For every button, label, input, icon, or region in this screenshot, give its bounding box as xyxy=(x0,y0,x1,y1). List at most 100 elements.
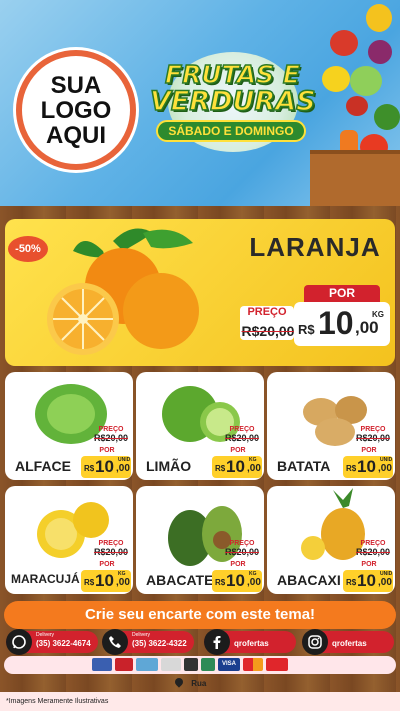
address-text: Rua xyxy=(191,679,207,688)
product-card[interactable]: MARACUJÁ PREÇO R$20,00 POR R$ 10 ,00 KG xyxy=(5,486,133,594)
price-integer: 10 xyxy=(357,457,376,476)
product-name: MARACUJÁ xyxy=(11,572,80,586)
payment-card-icon xyxy=(184,658,198,671)
whatsapp-icon xyxy=(6,629,32,655)
product-name: ABACATE xyxy=(146,572,214,588)
price-integer: 10 xyxy=(318,305,354,341)
payment-card-icon xyxy=(161,658,181,671)
price-currency: R$ xyxy=(215,464,226,473)
tomato-icon xyxy=(346,96,368,116)
price-decimal: ,00 xyxy=(378,577,392,588)
old-price: R$20,00 xyxy=(241,323,295,339)
price-decimal: ,00 xyxy=(378,463,392,474)
location-pin-icon xyxy=(173,676,185,688)
crate-icon xyxy=(310,150,400,206)
old-price-block: PREÇO R$20,00 xyxy=(91,426,131,448)
price-currency: R$ xyxy=(298,322,315,337)
flyer-page: SUA LOGO AQUI FRUTAS E VERDURAS SÁBADO E… xyxy=(0,0,400,711)
price-currency: R$ xyxy=(84,464,95,473)
preco-label: PREÇO xyxy=(247,306,287,318)
visa-icon: VISA xyxy=(218,658,240,671)
price-tag: R$ 10 ,00 KG xyxy=(212,570,262,592)
payment-card-icon xyxy=(201,658,215,671)
product-card[interactable]: ALFACE PREÇO R$20,00 POR R$ 10 ,00 UNID xyxy=(5,372,133,480)
payment-card-icon xyxy=(92,658,112,671)
product-card[interactable]: ABACAXI PREÇO R$20,00 POR R$ 10 ,00 UNID xyxy=(267,486,395,594)
preco-label: PREÇO xyxy=(360,540,386,547)
price-unit: KG xyxy=(372,310,384,319)
subtitle-ribbon: SÁBADO E DOMINGO xyxy=(156,120,306,142)
address: Rua xyxy=(173,676,235,692)
product-name: BATATA xyxy=(277,458,331,474)
payment-card-icon xyxy=(266,658,288,671)
preco-label: PREÇO xyxy=(98,540,124,547)
instagram-icon xyxy=(302,629,328,655)
payment-card-icon xyxy=(115,658,133,671)
price-integer: 10 xyxy=(95,571,114,590)
preco-label: PREÇO xyxy=(360,426,386,433)
old-price-block: PREÇO R$20,00 xyxy=(353,426,393,448)
hero-product-name: LARANJA xyxy=(249,232,381,262)
price-decimal: ,00 xyxy=(116,463,130,474)
product-card[interactable]: BATATA PREÇO R$20,00 POR R$ 10 ,00 UNID xyxy=(267,372,395,480)
contact-instagram[interactable]: qrofertas xyxy=(302,629,394,655)
por-label: POR xyxy=(304,285,380,302)
price-tag: R$ 10 ,00 KG xyxy=(212,456,262,478)
mastercard-icon xyxy=(243,658,263,671)
contact-facebook[interactable]: qrofertas xyxy=(204,629,296,655)
price-currency: R$ xyxy=(346,464,357,473)
price-decimal: ,00 xyxy=(247,577,261,588)
price-unit: KG xyxy=(118,571,126,577)
price-decimal: ,00 xyxy=(355,318,379,337)
old-price: R$20,00 xyxy=(93,433,129,443)
price-tag: R$ 10 ,00 UNID xyxy=(81,456,131,478)
price-decimal: ,00 xyxy=(247,463,261,474)
old-price: R$20,00 xyxy=(224,433,260,443)
phone-icon xyxy=(102,629,128,655)
contact-phone[interactable]: Delivery (35) 3622-4322 xyxy=(102,629,194,655)
cta-button[interactable]: Crie seu encarte com este tema! xyxy=(4,601,396,629)
pepper-icon xyxy=(366,4,392,32)
product-name: ALFACE xyxy=(15,458,71,474)
old-price: R$20,00 xyxy=(355,433,391,443)
logo-placeholder: SUA LOGO AQUI xyxy=(16,50,136,170)
tomato-icon xyxy=(330,30,358,56)
price-unit: KG xyxy=(249,571,257,577)
onion-icon xyxy=(368,40,392,64)
price-currency: R$ xyxy=(346,578,357,587)
preco-label: PREÇO xyxy=(229,426,255,433)
preco-label: PREÇO xyxy=(229,540,255,547)
title-line-2: VERDURAS xyxy=(149,85,316,118)
contact-text: (35) 3622-4674 xyxy=(36,639,91,648)
product-card[interactable]: LIMÃO PREÇO R$20,00 POR R$ 10 ,00 KG xyxy=(136,372,264,480)
product-card[interactable]: ABACATE PREÇO R$20,00 POR R$ 10 ,00 KG xyxy=(136,486,264,594)
price-integer: 10 xyxy=(226,457,245,476)
header-banner: SUA LOGO AQUI FRUTAS E VERDURAS SÁBADO E… xyxy=(0,0,400,206)
discount-badge: -50% xyxy=(8,236,48,262)
preco-label: PREÇO xyxy=(98,426,124,433)
price-decimal: ,00 xyxy=(116,577,130,588)
price-unit: UNID xyxy=(380,457,393,463)
logo-line: SUA xyxy=(50,71,102,99)
payment-methods: VISA xyxy=(92,658,392,673)
contact-text: (35) 3622-4322 xyxy=(132,639,187,648)
contact-text: qrofertas xyxy=(234,639,269,648)
price-unit: UNID xyxy=(118,457,131,463)
old-price: R$20,00 xyxy=(93,547,129,557)
old-price: R$20,00 xyxy=(224,547,260,557)
logo-line: AQUI xyxy=(46,121,106,149)
price-tag: R$ 10 ,00 UNID xyxy=(343,570,393,592)
price-unit: UNID xyxy=(380,571,393,577)
title-block: FRUTAS E VERDURAS SÁBADO E DOMINGO xyxy=(149,52,316,162)
contact-caption: Delivery xyxy=(36,632,55,638)
old-price-block: PREÇO R$20,00 xyxy=(353,540,393,562)
price-tag: R$ 10 ,00 KG xyxy=(81,570,131,592)
old-price-block: PREÇO R$20,00 xyxy=(222,540,262,562)
price-integer: 10 xyxy=(226,571,245,590)
old-price-block: PREÇO R$20,00 xyxy=(222,426,262,448)
contact-text: qrofertas xyxy=(332,639,367,648)
footnote: *Imagens Meramente Ilustrativas xyxy=(6,698,109,705)
contact-whatsapp[interactable]: Delivery (35) 3622-4674 xyxy=(6,629,98,655)
facebook-icon xyxy=(204,629,230,655)
price-currency: R$ xyxy=(84,578,95,587)
